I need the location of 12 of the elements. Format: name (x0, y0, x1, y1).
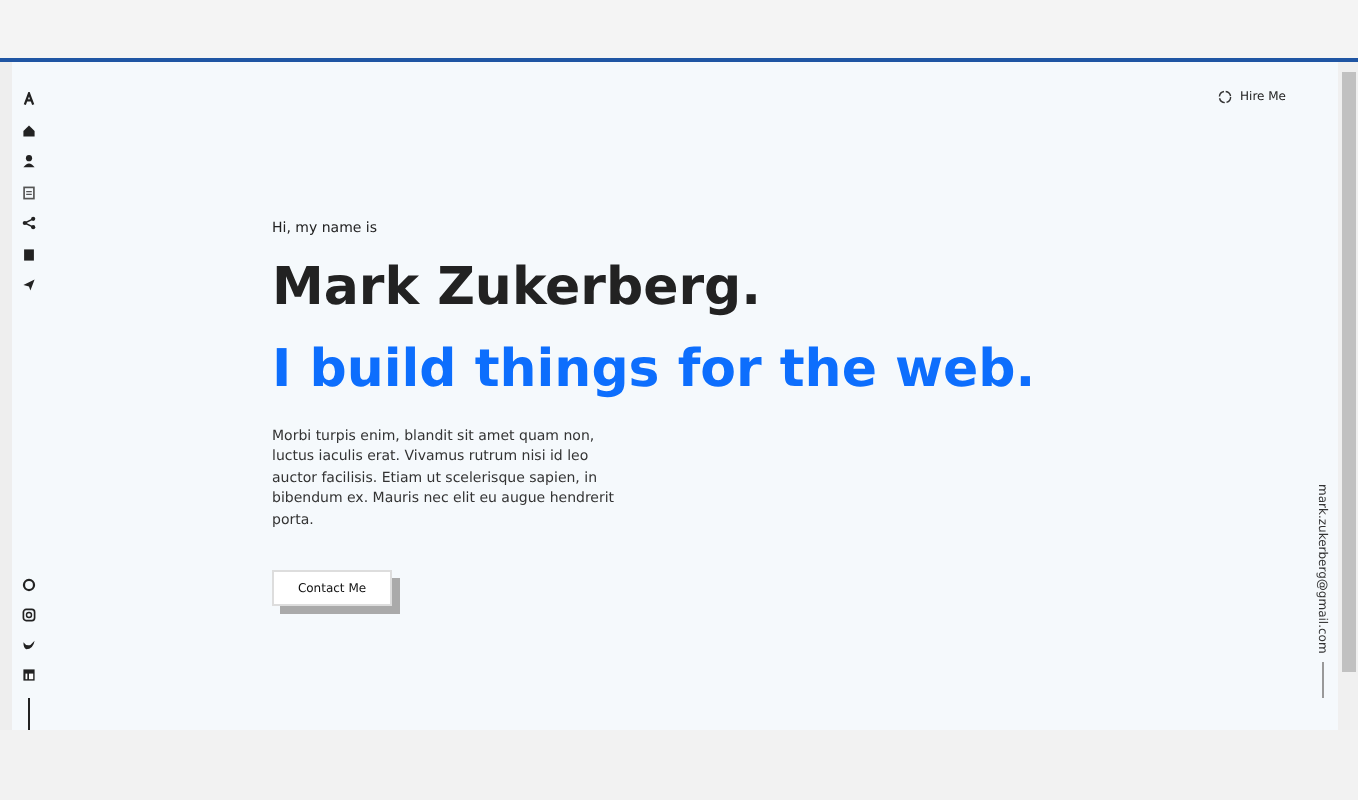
tagline-heading: I build things for the web. (272, 339, 1038, 402)
loader-icon (1218, 90, 1233, 104)
share-icon[interactable] (21, 216, 35, 230)
user-icon[interactable] (21, 154, 35, 168)
book-icon[interactable] (21, 247, 35, 261)
home-icon[interactable] (21, 123, 35, 137)
document-icon[interactable] (21, 185, 35, 199)
name-heading: Mark Zukerberg. (272, 257, 764, 320)
send-icon[interactable] (21, 278, 35, 292)
logo-icon[interactable] (21, 92, 35, 106)
instagram-icon[interactable] (21, 608, 35, 622)
scrollbar-thumb[interactable] (1341, 72, 1355, 672)
